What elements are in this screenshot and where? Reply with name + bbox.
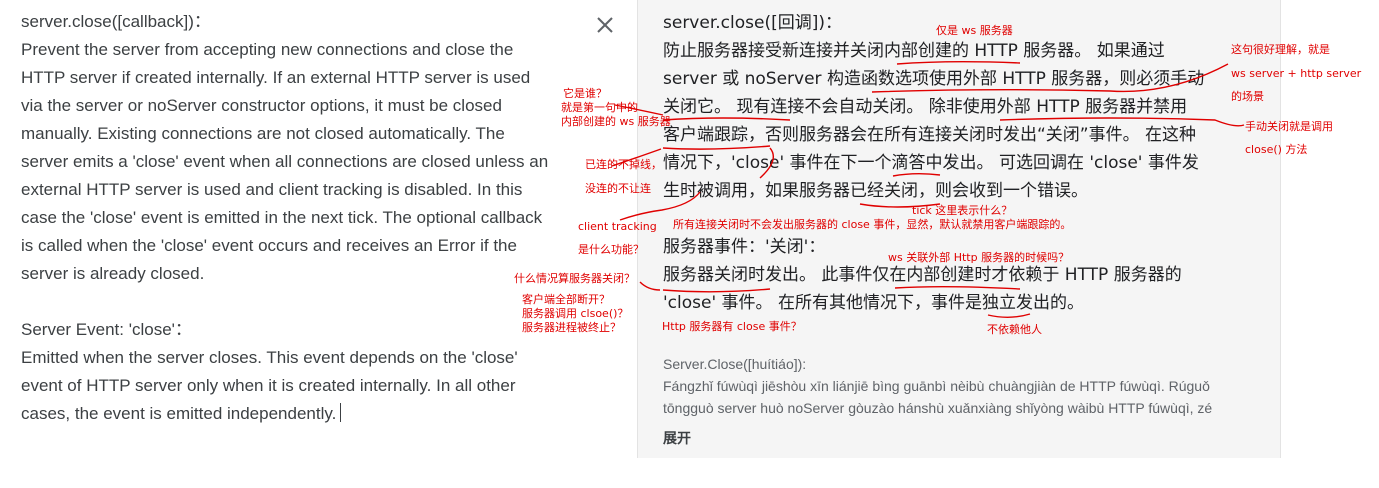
annotation-note: tick 这里表示什么？ xyxy=(912,204,1013,217)
annotation-note: 内部创建的 ws 服务器 xyxy=(561,115,671,128)
annotation-note: 服务器调用 clsoe()？ xyxy=(522,307,629,320)
clear-source-button[interactable] xyxy=(592,12,618,38)
translation-text: server.close([回调])： 防止服务器接受新连接并关闭内部创建的 H… xyxy=(663,13,1205,313)
annotation-note: 已连的不掉线， xyxy=(585,158,662,171)
annotation-note: ws 关联外部 Http 服务器的时候吗？ xyxy=(888,251,1070,264)
annotation-note: 它是谁？ xyxy=(563,87,607,100)
annotation-note: 客户端全部断开？ xyxy=(522,293,610,306)
expand-button[interactable]: 展开 xyxy=(663,428,691,448)
annotation-note: 这句很好理解，就是 xyxy=(1231,43,1330,56)
annotation-note: 仅是 ws 服务器 xyxy=(936,24,1013,37)
text-cursor xyxy=(340,403,342,422)
annotation-note: close() 方法 xyxy=(1245,143,1308,156)
annotation-note: 不依赖他人 xyxy=(987,323,1042,336)
annotation-note: Http 服务器有 close 事件？ xyxy=(662,320,802,333)
source-text-panel: server.close([callback])： Prevent the se… xyxy=(0,0,636,488)
annotation-note: 手动关闭就是调用 xyxy=(1245,120,1333,133)
source-textarea[interactable]: server.close([callback])： Prevent the se… xyxy=(21,8,581,428)
annotation-note: 所有连接关闭时不会发出服务器的 close 事件，显然，默认就禁用客户端跟踪的。 xyxy=(673,218,1072,231)
annotation-note: client tracking xyxy=(578,220,657,233)
annotation-note: 就是第一句中的 xyxy=(561,101,638,114)
annotation-note: 什么情况算服务器关闭？ xyxy=(514,272,635,285)
transliteration-text: Server.Close([huítiáo]): Fángzhǐ fúwùqì … xyxy=(663,356,1213,416)
close-icon xyxy=(597,17,613,33)
annotation-note: 是什么功能？ xyxy=(578,243,644,256)
annotation-note: 服务器进程被终止？ xyxy=(522,321,621,334)
annotation-note: 没连的不让连 xyxy=(585,182,651,195)
annotation-note: ws server + http server xyxy=(1231,67,1362,80)
annotation-note: 的场景 xyxy=(1231,90,1264,103)
